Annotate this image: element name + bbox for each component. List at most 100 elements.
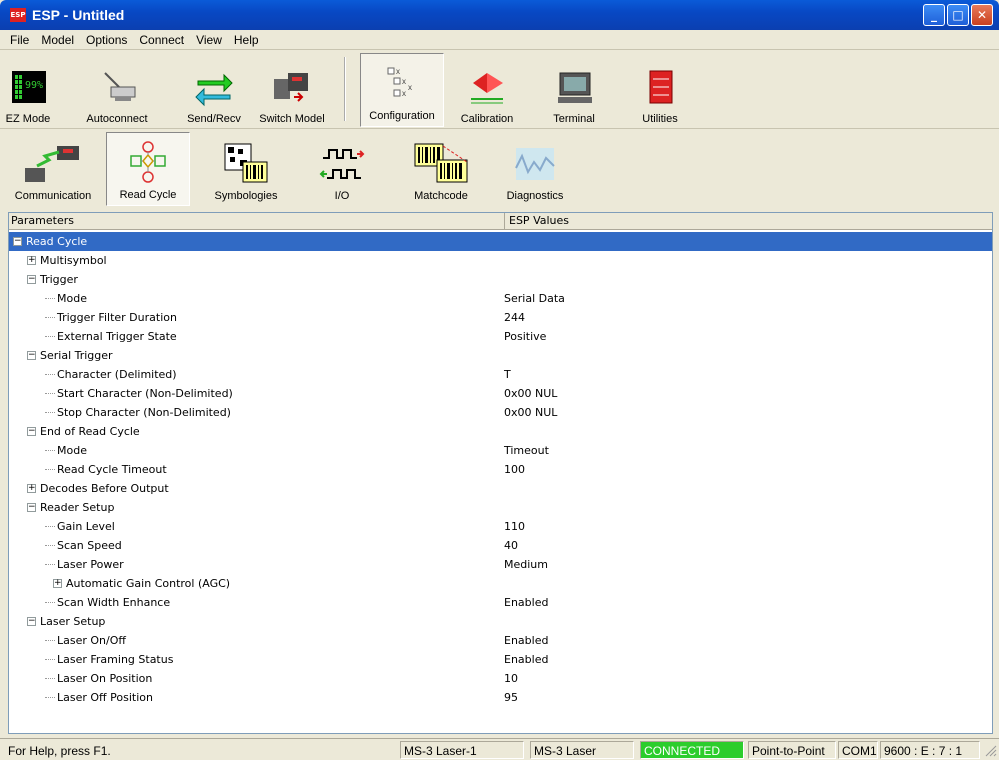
expand-plus-icon[interactable]: + (53, 579, 62, 588)
tree-row[interactable]: Scan Speed 40 (9, 536, 992, 555)
maximize-button[interactable]: □ (947, 4, 969, 26)
toolbox-icon (640, 69, 680, 107)
status-serial-settings: 9600 : E : 7 : 1 (880, 741, 980, 759)
config-tree-icon: x x x x (382, 66, 422, 104)
tree-row[interactable]: − Trigger (9, 270, 992, 289)
tree-row[interactable]: Stop Character (Non-Delimited) 0x00 NUL (9, 403, 992, 422)
tree-row[interactable]: Start Character (Non-Delimited) 0x00 NUL (9, 384, 992, 403)
minimize-button[interactable]: _ (923, 4, 945, 26)
parameter-label: Stop Character (Non-Delimited) (57, 406, 231, 419)
tree-row[interactable]: − Serial Trigger (9, 346, 992, 365)
tree-row[interactable]: Laser Framing Status Enabled (9, 650, 992, 669)
collapse-minus-icon[interactable]: − (27, 427, 36, 436)
read-cycle-flow-icon (123, 141, 173, 185)
tree-row[interactable]: Character (Delimited) T (9, 365, 992, 384)
terminal-button[interactable]: Terminal (544, 51, 604, 129)
parameter-value[interactable]: Medium (504, 555, 548, 574)
column-header-parameters[interactable]: Parameters (9, 213, 505, 229)
collapse-minus-icon[interactable]: − (27, 351, 36, 360)
switch-model-button[interactable]: Switch Model (258, 51, 326, 129)
expand-plus-icon[interactable]: + (27, 256, 36, 265)
tab-symbologies[interactable]: Symbologies (204, 130, 288, 206)
parameter-value[interactable]: Enabled (504, 631, 548, 650)
autoconnect-button[interactable]: Autoconnect (80, 51, 154, 129)
ez-mode-button[interactable]: 99% EZ Mode (4, 51, 52, 129)
tree-row[interactable]: Laser Off Position 95 (9, 688, 992, 707)
parameter-tree: − Read Cycle + Multisymbol − Trigger Mode Seria… (9, 232, 992, 707)
collapse-minus-icon[interactable]: − (27, 503, 36, 512)
parameter-value[interactable]: Enabled (504, 650, 548, 669)
tab-communication[interactable]: Communication (4, 130, 102, 206)
tab-read-cycle[interactable]: Read Cycle (106, 132, 190, 206)
parameter-label: Trigger (40, 273, 78, 286)
tree-row[interactable]: Mode Timeout (9, 441, 992, 460)
menu-view[interactable]: View (190, 33, 228, 47)
tree-row[interactable]: Trigger Filter Duration 244 (9, 308, 992, 327)
tree-row[interactable]: + Automatic Gain Control (AGC) (9, 574, 992, 593)
tab-matchcode[interactable]: Matchcode (396, 130, 486, 206)
close-button[interactable]: ✕ (971, 4, 993, 26)
tree-row[interactable]: Laser Power Medium (9, 555, 992, 574)
menu-help[interactable]: Help (228, 33, 265, 47)
tree-row[interactable]: − Read Cycle (9, 232, 992, 251)
tree-connector (45, 336, 55, 337)
tab-diagnostics[interactable]: Diagnostics (496, 130, 574, 206)
tree-row[interactable]: − End of Read Cycle (9, 422, 992, 441)
send-recv-button[interactable]: Send/Recv (183, 51, 245, 129)
calibration-label: Calibration (460, 113, 514, 125)
tree-row[interactable]: Laser On/Off Enabled (9, 631, 992, 650)
parameter-label: Laser Off Position (57, 691, 153, 704)
menu-file[interactable]: File (4, 33, 35, 47)
parameter-label: Automatic Gain Control (AGC) (66, 577, 231, 590)
laser-calibration-icon (467, 69, 507, 107)
parameter-value[interactable]: Enabled (504, 593, 548, 612)
menu-options[interactable]: Options (80, 33, 133, 47)
collapse-minus-icon[interactable]: − (27, 275, 36, 284)
menu-connect[interactable]: Connect (133, 33, 190, 47)
tree-row[interactable]: Scan Width Enhance Enabled (9, 593, 992, 612)
parameter-grid: Parameters ESP Values − Read Cycle + Multis… (8, 212, 993, 734)
parameter-value[interactable]: T (504, 365, 511, 384)
menu-model[interactable]: Model (35, 33, 80, 47)
tab-io[interactable]: I/O (300, 130, 384, 206)
matchcode-barcode-icon (411, 142, 471, 186)
tree-row[interactable]: Gain Level 110 (9, 517, 992, 536)
collapse-minus-icon[interactable]: − (13, 237, 22, 246)
parameter-value[interactable]: 40 (504, 536, 518, 555)
column-header-esp-values[interactable]: ESP Values (505, 213, 992, 229)
collapse-minus-icon[interactable]: − (27, 617, 36, 626)
expand-plus-icon[interactable]: + (27, 484, 36, 493)
tree-row[interactable]: + Decodes Before Output (9, 479, 992, 498)
parameter-value[interactable]: 110 (504, 517, 525, 536)
tree-row[interactable]: Read Cycle Timeout 100 (9, 460, 992, 479)
parameter-value[interactable]: 100 (504, 460, 525, 479)
svg-text:x: x (402, 77, 406, 86)
parameter-label: Scan Width Enhance (57, 596, 171, 609)
tree-row[interactable]: − Reader Setup (9, 498, 992, 517)
parameter-value[interactable]: Positive (504, 327, 546, 346)
send-recv-label: Send/Recv (187, 113, 241, 125)
parameter-label: Read Cycle (26, 235, 88, 248)
parameter-value[interactable]: 10 (504, 669, 518, 688)
parameter-value[interactable]: Timeout (504, 441, 549, 460)
parameter-value[interactable]: 244 (504, 308, 525, 327)
esp-app-icon: ESP (10, 8, 26, 22)
toolbar-separator (344, 57, 346, 121)
tree-row[interactable]: External Trigger State Positive (9, 327, 992, 346)
tree-row[interactable]: Mode Serial Data (9, 289, 992, 308)
tree-row[interactable]: − Laser Setup (9, 612, 992, 631)
tree-row[interactable]: + Multisymbol (9, 251, 992, 270)
symbology-barcode-icon (221, 142, 271, 186)
configuration-button[interactable]: x x x x Configuration (360, 53, 444, 127)
parameter-value[interactable]: Serial Data (504, 289, 565, 308)
calibration-button[interactable]: Calibration (456, 51, 518, 129)
parameter-value[interactable]: 0x00 NUL (504, 384, 557, 403)
status-bar: For Help, press F1. MS-3 Laser-1 MS-3 La… (0, 738, 999, 759)
parameter-value[interactable]: 95 (504, 688, 518, 707)
resize-grip-icon[interactable] (985, 745, 997, 757)
parameter-value[interactable]: 0x00 NUL (504, 403, 557, 422)
tree-row[interactable]: Laser On Position 10 (9, 669, 992, 688)
utilities-button[interactable]: Utilities (632, 51, 688, 129)
send-receive-arrows-icon (194, 69, 234, 107)
title-bar: ESP ESP - Untitled _ □ ✕ (0, 0, 999, 30)
